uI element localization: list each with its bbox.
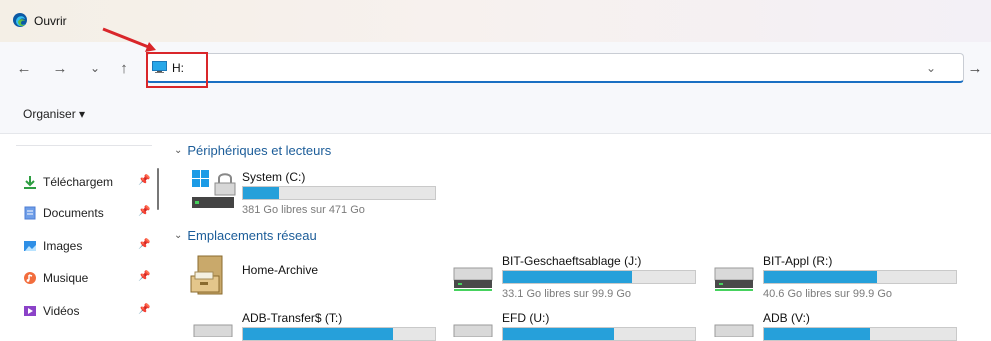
documents-icon [24,206,36,220]
back-button[interactable]: ← [14,58,34,78]
drive-name: System (C:) [242,170,306,184]
sidebar-scrollbar[interactable] [157,168,159,210]
address-field[interactable] [146,53,964,83]
sidebar-divider [16,145,152,146]
arrow-right-icon: → [967,59,983,77]
drive-home-archive[interactable]: Home-Archive [190,250,440,300]
drive-usage-bar [502,270,696,284]
drive-name: ADB (V:) [763,311,810,325]
annotation-arrow [102,27,156,52]
pin-icon: 📌 [138,239,151,250]
drive-bit-appl-r[interactable]: BIT-Appl (R:) 40.6 Go libres sur 99.9 Go [711,252,971,302]
videos-icon [24,306,36,316]
drive-usage-fill [503,328,615,340]
drive-bit-geschaeftsablage-j[interactable]: BIT-Geschaeftsablage (J:) 33.1 Go libres… [450,252,710,302]
drive-name: BIT-Geschaeftsablage (J:) [502,254,642,268]
chevron-down-icon: ⌄ [926,61,937,75]
drive-efd-u[interactable]: EFD (U:) [450,309,710,341]
chevron-down-icon: ⌄ [174,145,183,156]
go-button[interactable]: → [960,53,990,83]
drive-adb-v[interactable]: ADB (V:) [711,309,971,341]
window-title: Ouvrir [34,14,67,28]
pin-icon: 📌 [138,175,151,186]
cabinet-icon [190,255,223,295]
drive-usage-fill [764,328,870,340]
drive-free-space: 33.1 Go libres sur 99.9 Go [502,288,632,300]
drive-free-space: 40.6 Go libres sur 99.9 Go [763,288,893,300]
chevron-down-icon: ⌄ [89,61,101,75]
drive-name: BIT-Appl (R:) [763,254,833,268]
command-bar [0,92,991,134]
pin-icon: 📌 [138,271,151,282]
recent-locations-button[interactable]: ⌄ [85,58,105,78]
drive-name: ADB-Transfer$ (T:) [242,311,343,325]
windows-drive-icon [192,170,236,208]
section-network-locations[interactable]: ⌄ Emplacements réseau [174,228,317,243]
drive-usage-bar [242,186,436,200]
drive-name: EFD (U:) [502,311,550,325]
sidebar-item-music[interactable]: Musique 📌 [24,268,157,288]
arrow-up-icon: ↑ [120,59,128,77]
drive-system-c[interactable]: System (C:) 381 Go libres sur 471 Go [190,168,450,216]
organise-button[interactable]: Organiser ▾ [23,107,85,121]
drive-name: Home-Archive [242,263,319,277]
sidebar-item-videos[interactable]: Vidéos 📌 [24,301,157,321]
sidebar-item-pictures[interactable]: Images 📌 [24,236,157,256]
sidebar-item-label: Images [43,239,83,253]
drive-usage-fill [243,187,280,199]
section-devices[interactable]: ⌄ Périphériques et lecteurs [174,143,331,158]
arrow-left-icon: ← [16,59,32,77]
annotation-highlight-box [146,52,208,88]
drive-usage-fill [764,271,878,283]
drive-free-space: 381 Go libres sur 471 Go [242,204,365,216]
network-drive-icon [714,267,754,291]
network-drive-icon [193,324,233,337]
sidebar-item-documents[interactable]: Documents 📌 [24,203,157,223]
music-icon [24,272,36,284]
drive-usage-bar [763,270,957,284]
drive-usage-bar [242,327,436,341]
network-drive-icon [453,324,493,337]
sidebar-item-label: Vidéos [43,304,80,318]
drive-usage-fill [243,328,393,340]
sidebar-item-label: Documents [43,206,104,220]
download-icon [24,176,36,189]
section-title: Emplacements réseau [187,228,317,243]
pin-icon: 📌 [138,304,151,315]
sidebar-item-label: Téléchargem [43,175,114,189]
up-button[interactable]: ↑ [114,58,134,78]
edge-browser-icon [13,13,27,27]
drive-usage-bar [502,327,696,341]
arrow-right-icon: → [52,59,68,77]
chevron-down-icon: ⌄ [174,230,183,241]
drive-usage-bar [763,327,957,341]
network-drive-icon [714,324,754,337]
forward-button[interactable]: → [50,58,70,78]
drive-usage-fill [503,271,632,283]
address-dropdown-button[interactable]: ⌄ [926,61,936,75]
drive-adb-transfer-t[interactable]: ADB-Transfer$ (T:) [190,309,450,341]
sidebar-item-downloads[interactable]: Téléchargem 📌 [24,172,157,192]
section-title: Périphériques et lecteurs [187,143,332,158]
pictures-icon [24,241,36,251]
pin-icon: 📌 [138,206,151,217]
sidebar-item-label: Musique [43,271,89,285]
network-drive-icon [453,267,493,291]
